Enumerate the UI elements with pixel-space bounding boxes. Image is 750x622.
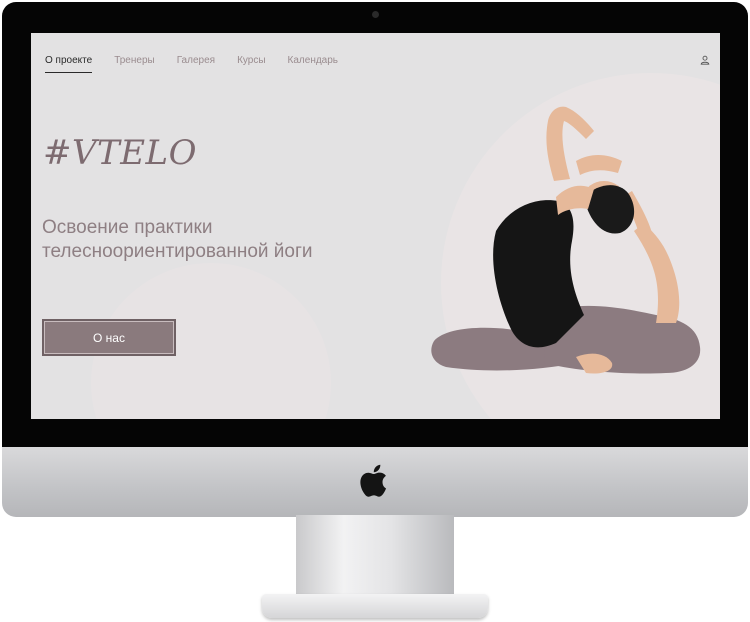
- brand-logo: #VTELO: [43, 133, 197, 173]
- apple-logo-icon: [360, 464, 387, 497]
- nav-item-gallery[interactable]: Галерея: [177, 55, 215, 73]
- monitor-stand: [296, 515, 454, 597]
- monitor-stand-base: [262, 594, 488, 618]
- yoga-pose-image: [431, 106, 701, 374]
- monitor-chin: [2, 447, 748, 517]
- nav-item-trainers[interactable]: Тренеры: [114, 55, 155, 73]
- hero-headline: Освоение практики телесноориентированной…: [42, 217, 313, 262]
- nav-item-about[interactable]: О проекте: [45, 55, 93, 73]
- nav-item-courses[interactable]: Курсы: [237, 55, 265, 73]
- user-icon[interactable]: [700, 55, 710, 65]
- imac-mockup: О проекте Тренеры Галерея Курсы Календар…: [0, 0, 750, 622]
- website-screen: О проекте Тренеры Галерея Курсы Календар…: [31, 33, 720, 419]
- camera-dot: [372, 11, 379, 18]
- about-button[interactable]: О нас: [42, 319, 176, 356]
- main-nav: О проекте Тренеры Галерея Курсы Календар…: [45, 55, 338, 73]
- nav-item-calendar[interactable]: Календарь: [288, 55, 338, 73]
